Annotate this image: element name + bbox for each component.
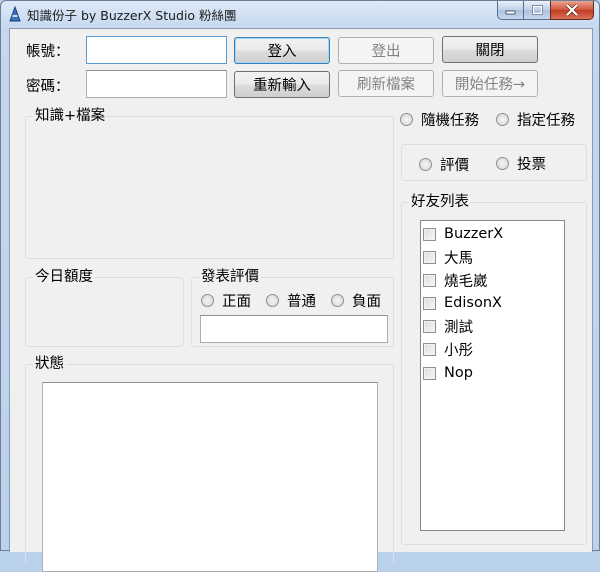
reenter-button[interactable]: 重新輸入 [234,71,330,98]
positive-label: 正面 [222,294,251,310]
start-task-button[interactable]: 開始任務→ [442,70,538,97]
friends-group: 好友列表 BuzzerX 大馬 燒毛崴 EdisonX 測試 小彤 Nop [401,193,587,545]
checkbox-icon[interactable] [423,296,436,310]
checkbox-icon[interactable] [423,227,436,241]
app-icon [9,6,21,22]
rating-text-field[interactable] [200,315,388,343]
friend-name: EdisonX [444,295,502,311]
account-field-wrap [86,36,227,64]
password-field-wrap [86,70,227,98]
window-controls [497,1,594,21]
positive-radio[interactable]: 正面 [201,290,251,311]
status-title: 狀態 [33,355,66,373]
radio-circle-icon [419,158,432,171]
radio-circle-icon [201,294,214,307]
friend-name: 測試 [444,319,473,336]
checkbox-icon[interactable] [423,366,436,380]
random-task-label: 隨機任務 [421,113,479,129]
friend-item[interactable]: EdisonX [423,292,502,314]
action-mode-group: 評價 投票 [401,144,587,181]
radio-circle-icon [496,157,509,170]
refresh-files-button[interactable]: 刷新檔案 [338,70,434,97]
checkbox-icon[interactable] [423,319,436,333]
daily-quota-group: 今日額度 [25,268,184,347]
checkbox-icon[interactable] [423,273,436,287]
client-area: 帳號： 登入 登出 關閉 密碼： 重新輸入 刷新檔案 開始任務→ 知識+檔案 隨… [9,28,593,572]
password-input[interactable] [87,71,226,97]
neutral-label: 普通 [287,294,316,310]
minimize-button[interactable] [497,1,524,20]
vote-label: 投票 [517,157,546,173]
specified-task-radio[interactable]: 指定任務 [496,109,575,130]
close-window-button[interactable] [550,1,594,20]
publish-rating-group: 發表評價 正面 普通 負面 [191,268,394,347]
checkbox-icon[interactable] [423,250,436,264]
negative-label: 負面 [352,294,381,310]
knowledge-files-title: 知識+檔案 [33,107,108,125]
friend-name: 燒毛崴 [444,273,488,290]
friend-item[interactable]: Nop [423,362,473,384]
friend-item[interactable]: BuzzerX [423,223,503,245]
friends-list[interactable]: BuzzerX 大馬 燒毛崴 EdisonX 測試 小彤 Nop [420,220,565,531]
checkbox-icon[interactable] [423,342,436,356]
account-label: 帳號： [26,44,70,60]
status-log-box[interactable] [42,382,378,572]
friend-name: 大馬 [444,250,473,267]
password-label: 密碼： [26,79,70,95]
neutral-radio[interactable]: 普通 [266,290,316,311]
friends-title: 好友列表 [409,193,471,211]
close-button[interactable]: 關閉 [442,36,538,63]
title-bar[interactable]: 知識份子 by BuzzerX Studio 粉絲團 [1,1,599,27]
friend-name: BuzzerX [444,226,504,242]
publish-rating-title: 發表評價 [199,268,261,286]
review-radio[interactable]: 評價 [419,154,469,175]
maximize-icon [531,5,543,15]
app-window: 知識份子 by BuzzerX Studio 粉絲團 帳號： 登入 登出 關閉 … [0,0,600,572]
login-button[interactable]: 登入 [234,37,330,64]
vote-radio[interactable]: 投票 [496,153,546,174]
specified-task-label: 指定任務 [517,113,575,129]
minimize-icon [505,10,516,15]
friend-name: Nop [444,365,473,381]
friend-name: 小彤 [444,342,473,359]
friend-item[interactable]: 大馬 [423,246,473,268]
negative-radio[interactable]: 負面 [331,290,381,311]
window-title: 知識份子 by BuzzerX Studio 粉絲團 [27,8,237,23]
random-task-radio[interactable]: 隨機任務 [400,109,479,130]
close-icon [565,4,579,16]
maximize-button[interactable] [524,1,550,20]
radio-circle-icon [400,113,413,126]
radio-circle-icon [331,294,344,307]
friend-item[interactable]: 燒毛崴 [423,269,488,291]
radio-circle-icon [496,113,509,126]
knowledge-files-group: 知識+檔案 [25,107,394,259]
review-label: 評價 [440,158,469,174]
radio-circle-icon [266,294,279,307]
account-input[interactable] [87,37,226,63]
status-group: 狀態 [25,355,394,572]
daily-quota-title: 今日額度 [33,268,95,286]
logout-button[interactable]: 登出 [338,37,434,64]
friend-item[interactable]: 測試 [423,315,473,337]
friend-item[interactable]: 小彤 [423,338,473,360]
